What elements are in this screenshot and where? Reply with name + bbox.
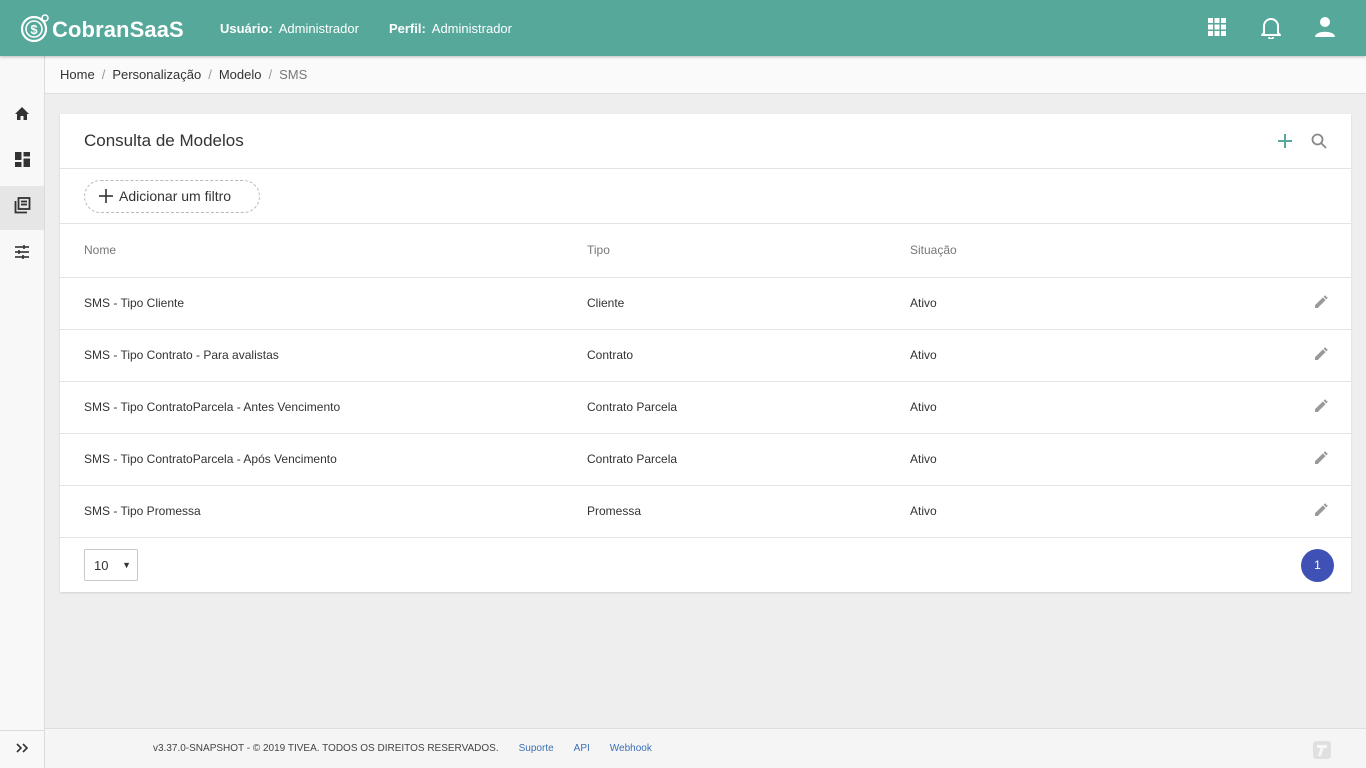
cell-nome: SMS - Tipo ContratoParcela - Antes Venci… — [60, 381, 587, 434]
app-logo[interactable]: $ CobranSaaS — [20, 13, 220, 43]
table-row[interactable]: SMS - Tipo ContratoParcela - Antes Venci… — [60, 381, 1351, 434]
footer-link-api[interactable]: API — [574, 743, 590, 754]
user-label: Usuário: — [220, 20, 273, 36]
models-table: Nome Tipo Situação SMS - Tipo Cliente Cl… — [60, 224, 1351, 538]
plus-icon — [99, 189, 113, 203]
cell-nome: SMS - Tipo Contrato - Para avalistas — [60, 329, 587, 382]
cell-nome: SMS - Tipo Cliente — [60, 277, 587, 330]
footer: v3.37.0-SNAPSHOT - © 2019 TIVEA. TODOS O… — [45, 728, 1366, 768]
dollar-coin-icon: $ — [20, 13, 50, 43]
user-icon[interactable] — [1312, 14, 1338, 40]
sidebar-item-dashboard[interactable] — [0, 140, 44, 184]
table-row[interactable]: SMS - Tipo Promessa Promessa Ativo — [60, 485, 1351, 538]
user-value: Administrador — [278, 20, 359, 36]
edit-icon[interactable] — [1314, 399, 1328, 415]
user-info: Usuário: Administrador — [220, 21, 359, 36]
sidebar-item-library[interactable] — [0, 186, 44, 230]
breadcrumb-separator: / — [208, 67, 212, 82]
table-row[interactable]: SMS - Tipo ContratoParcela - Após Vencim… — [60, 433, 1351, 486]
tune-icon — [14, 244, 30, 265]
filter-row: Adicionar um filtro — [60, 169, 1351, 224]
search-icon[interactable] — [1309, 131, 1329, 151]
profile-label: Perfil: — [388, 20, 426, 36]
cell-tipo: Cliente — [587, 277, 910, 330]
double-chevron-right-icon — [15, 741, 29, 759]
edit-icon[interactable] — [1314, 347, 1328, 363]
card-header: Consulta de Modelos — [60, 114, 1351, 169]
add-filter-button[interactable]: Adicionar um filtro — [84, 179, 260, 213]
page-size-value: 10 — [94, 557, 109, 573]
page-size-select[interactable]: 10 ▼ — [84, 549, 138, 581]
breadcrumb-current: SMS — [279, 67, 308, 82]
pagination: 10 ▼ 1 — [60, 538, 1351, 593]
column-header-situacao[interactable]: Situação — [910, 224, 1291, 278]
page-title: Consulta de Modelos — [84, 131, 244, 150]
copyright-text: v3.37.0-SNAPSHOT - © 2019 TIVEA. TODOS O… — [153, 743, 499, 754]
sidebar-item-home[interactable] — [0, 94, 44, 138]
profile-value: Administrador — [431, 20, 512, 36]
svg-text:$: $ — [30, 22, 38, 37]
column-header-nome[interactable]: Nome — [60, 224, 587, 278]
breadcrumb: Home / Personalização / Modelo / SMS — [45, 56, 1366, 94]
cell-situacao: Ativo — [910, 433, 1291, 486]
app-name: CobranSaaS — [52, 17, 184, 42]
caret-down-icon: ▼ — [122, 560, 131, 570]
breadcrumb-home[interactable]: Home — [60, 67, 95, 82]
page-button-current[interactable]: 1 — [1301, 548, 1334, 582]
cell-nome: SMS - Tipo ContratoParcela - Após Vencim… — [60, 433, 587, 486]
profile-info: Perfil: Administrador — [389, 21, 512, 36]
footer-link-webhook[interactable]: Webhook — [610, 743, 652, 754]
cell-situacao: Ativo — [910, 485, 1291, 538]
sidebar-item-settings[interactable] — [0, 232, 44, 276]
edit-icon[interactable] — [1314, 295, 1328, 311]
cell-situacao: Ativo — [910, 381, 1291, 434]
column-header-tipo[interactable]: Tipo — [587, 224, 910, 278]
table-row[interactable]: SMS - Tipo Contrato - Para avalistas Con… — [60, 329, 1351, 382]
edit-icon[interactable] — [1314, 451, 1328, 467]
cell-tipo: Contrato — [587, 329, 910, 382]
top-bar: $ CobranSaaS Usuário: Administrador Perf… — [0, 0, 1366, 56]
tivea-logo-icon — [1312, 740, 1332, 763]
add-icon[interactable] — [1275, 131, 1295, 151]
breadcrumb-modelo[interactable]: Modelo — [219, 67, 262, 82]
table-row[interactable]: SMS - Tipo Cliente Cliente Ativo — [60, 277, 1351, 330]
cell-situacao: Ativo — [910, 277, 1291, 330]
apps-grid-icon[interactable] — [1204, 14, 1230, 40]
add-filter-label: Adicionar um filtro — [119, 188, 232, 204]
bell-icon[interactable] — [1258, 14, 1284, 40]
cell-tipo: Promessa — [587, 485, 910, 538]
cell-nome: SMS - Tipo Promessa — [60, 485, 587, 538]
breadcrumb-personalizacao[interactable]: Personalização — [112, 67, 201, 82]
table-header-row: Nome Tipo Situação — [60, 224, 1351, 278]
cell-situacao: Ativo — [910, 329, 1291, 382]
models-card: Consulta de Modelos Adicionar um filtro … — [60, 114, 1351, 592]
edit-icon[interactable] — [1314, 503, 1328, 519]
cell-tipo: Contrato Parcela — [587, 433, 910, 486]
breadcrumb-separator: / — [268, 67, 273, 82]
dashboard-icon — [14, 152, 30, 172]
sidebar — [0, 56, 45, 768]
footer-link-suporte[interactable]: Suporte — [519, 743, 554, 754]
sidebar-expand-button[interactable] — [0, 730, 44, 768]
home-icon — [14, 106, 30, 127]
column-header-actions — [1291, 224, 1351, 278]
cell-tipo: Contrato Parcela — [587, 381, 910, 434]
breadcrumb-separator: / — [101, 67, 106, 82]
library-books-icon — [14, 197, 31, 219]
